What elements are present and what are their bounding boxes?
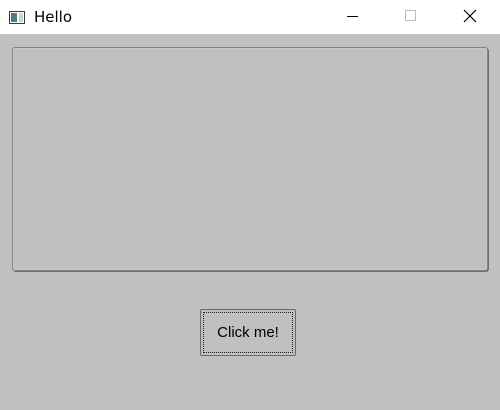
maximize-icon: [405, 10, 416, 21]
app-window: Hello Click me!: [0, 0, 500, 410]
close-icon: [463, 9, 477, 23]
close-button[interactable]: [446, 0, 492, 33]
maximize-button[interactable]: [387, 0, 433, 33]
window-app-icon: [9, 9, 25, 24]
title-bar[interactable]: Hello: [0, 0, 500, 34]
content-panel: [12, 47, 488, 271]
minimize-icon: [347, 16, 358, 17]
click-me-button[interactable]: Click me!: [200, 309, 296, 356]
window-title: Hello: [34, 8, 73, 26]
click-me-button-label: Click me!: [217, 324, 279, 341]
minimize-button[interactable]: [330, 0, 376, 33]
